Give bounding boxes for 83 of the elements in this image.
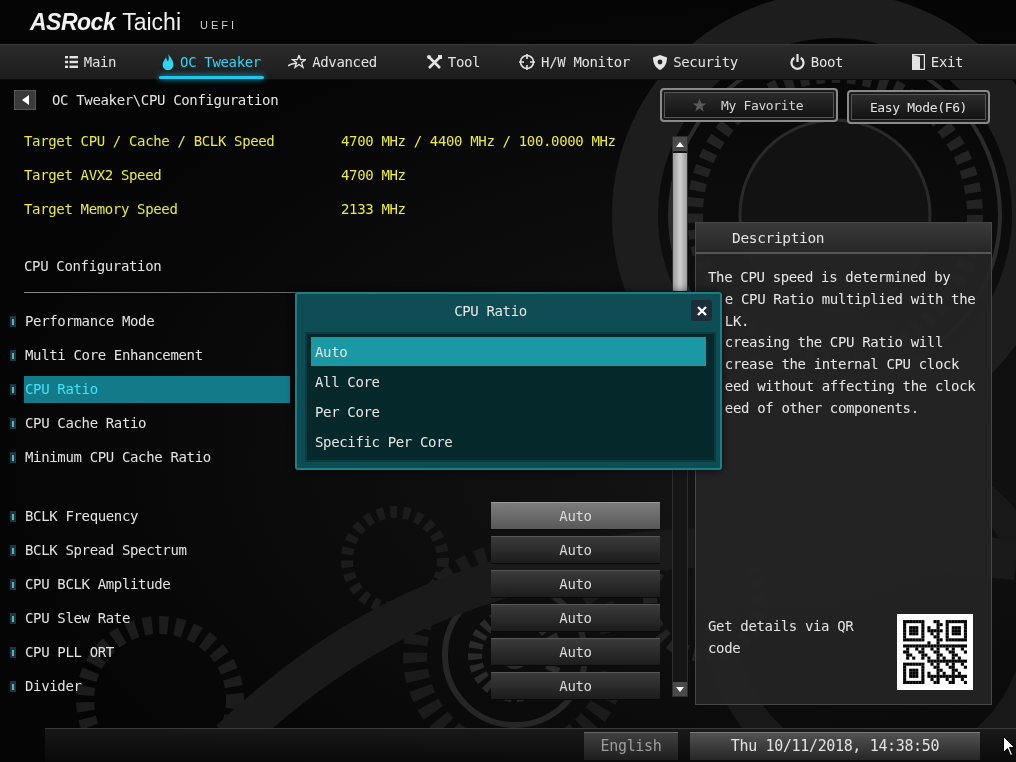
bullet-icon — [10, 680, 16, 692]
setting-item[interactable]: BCLK Spread Spectrum — [24, 536, 290, 564]
qr-code-icon — [897, 614, 973, 690]
info-value: 4700 MHz / 4400 MHz / 100.0000 MHz — [341, 133, 616, 149]
breadcrumb-path: OC Tweaker\CPU Configuration — [52, 92, 279, 108]
bullet-icon — [10, 612, 16, 624]
setting-item[interactable]: Multi Core Enhancement — [24, 341, 290, 369]
section-title: CPU Configuration — [23, 257, 163, 276]
mouse-pointer-icon — [1003, 736, 1015, 756]
description-line: crease the internal CPU clock — [723, 355, 961, 375]
datetime-display: Thu 10/11/2018, 14:38:50 — [690, 731, 980, 760]
tab[interactable]: Exit — [908, 45, 967, 79]
tab[interactable]: Boot — [786, 45, 847, 79]
setting-item[interactable]: Divider — [24, 672, 290, 700]
tab[interactable]: Tool — [423, 45, 484, 79]
power-icon — [789, 54, 805, 70]
setting-item[interactable]: CPU Cache Ratio — [24, 409, 290, 437]
qr-caption: Get details via QR code — [708, 617, 855, 658]
description-title: Description — [696, 223, 991, 254]
setting-value-button[interactable]: Auto — [491, 570, 660, 598]
setting-item[interactable]: Performance Mode — [24, 307, 290, 335]
setting-item[interactable]: CPU BCLK Amplitude — [24, 570, 290, 598]
back-button[interactable] — [14, 90, 36, 110]
scroll-up-button[interactable] — [673, 137, 687, 151]
bullet-icon — [10, 383, 16, 395]
close-button[interactable] — [691, 300, 712, 321]
setting-value-button[interactable]: Auto — [491, 672, 660, 700]
setting-value-button[interactable]: Auto — [491, 536, 660, 564]
bullet-icon — [10, 578, 16, 590]
description-line: The CPU speed is determined by — [708, 268, 952, 287]
setting-item[interactable]: CPU Slew Rate — [24, 604, 290, 632]
bullet-icon — [10, 451, 16, 463]
bullet-icon — [10, 544, 16, 556]
tools-icon — [426, 54, 442, 70]
bullet-icon — [10, 646, 16, 658]
door-icon — [911, 54, 925, 70]
popup-title: CPU Ratio — [453, 302, 528, 321]
info-value: 2133 MHz — [341, 201, 406, 217]
language-button[interactable]: English — [584, 731, 678, 760]
setting-value-button[interactable]: Auto — [491, 604, 660, 632]
flame-icon — [162, 54, 175, 70]
tab[interactable]: Advanced — [285, 45, 380, 79]
scrollbar-thumb[interactable] — [673, 153, 687, 291]
info-value: 4700 MHz — [341, 167, 406, 183]
scroll-down-button[interactable] — [673, 682, 687, 696]
setting-value-button[interactable]: Auto — [491, 502, 660, 530]
description-line: eed of other components. — [723, 398, 920, 418]
setting-item[interactable]: CPU PLL ORT — [24, 638, 290, 666]
brand-logo: ASRock — [30, 8, 116, 36]
easy-mode-button[interactable]: Easy Mode(F6) — [847, 90, 990, 124]
bullet-icon — [10, 417, 16, 429]
info-label: Target AVX2 Speed — [23, 167, 163, 183]
description-line: LK. — [723, 311, 751, 331]
star-icon — [288, 55, 307, 69]
bullet-icon — [10, 349, 16, 361]
tab[interactable]: OC Tweaker — [159, 45, 264, 79]
setting-item[interactable]: Minimum CPU Cache Ratio — [24, 443, 290, 471]
shield-icon — [653, 54, 668, 70]
info-label: Target Memory Speed — [23, 201, 179, 217]
option-item[interactable]: Specific Per Core — [311, 427, 706, 457]
edition-label: UEFI — [200, 19, 238, 31]
option-item[interactable]: Per Core — [311, 397, 706, 427]
description-line: eed without affecting the clock — [723, 377, 977, 396]
setting-value-button[interactable]: Auto — [491, 638, 660, 666]
favorite-button[interactable]: My Favorite — [660, 88, 838, 122]
crosshair-icon — [519, 54, 536, 70]
description-line: creasing the CPU Ratio will — [723, 333, 944, 353]
description-line: e CPU Ratio multiplied with the — [723, 289, 977, 309]
close-icon — [696, 305, 707, 316]
bullet-icon — [10, 510, 16, 522]
tab[interactable]: H/W Monitor — [516, 45, 633, 79]
star-icon — [692, 98, 707, 112]
down-caret-icon — [676, 686, 684, 692]
tab[interactable]: Security — [650, 45, 741, 79]
tab[interactable]: Main — [61, 45, 120, 79]
option-item[interactable]: All Core — [311, 367, 706, 397]
back-arrow-icon — [21, 95, 29, 105]
bullet-icon — [10, 315, 16, 327]
list-icon — [64, 56, 78, 68]
setting-item[interactable]: BCLK Frequency — [24, 502, 290, 530]
info-label: Target CPU / Cache / BCLK Speed — [23, 133, 276, 149]
model-name: Taichi — [122, 8, 181, 36]
up-caret-icon — [676, 141, 684, 147]
